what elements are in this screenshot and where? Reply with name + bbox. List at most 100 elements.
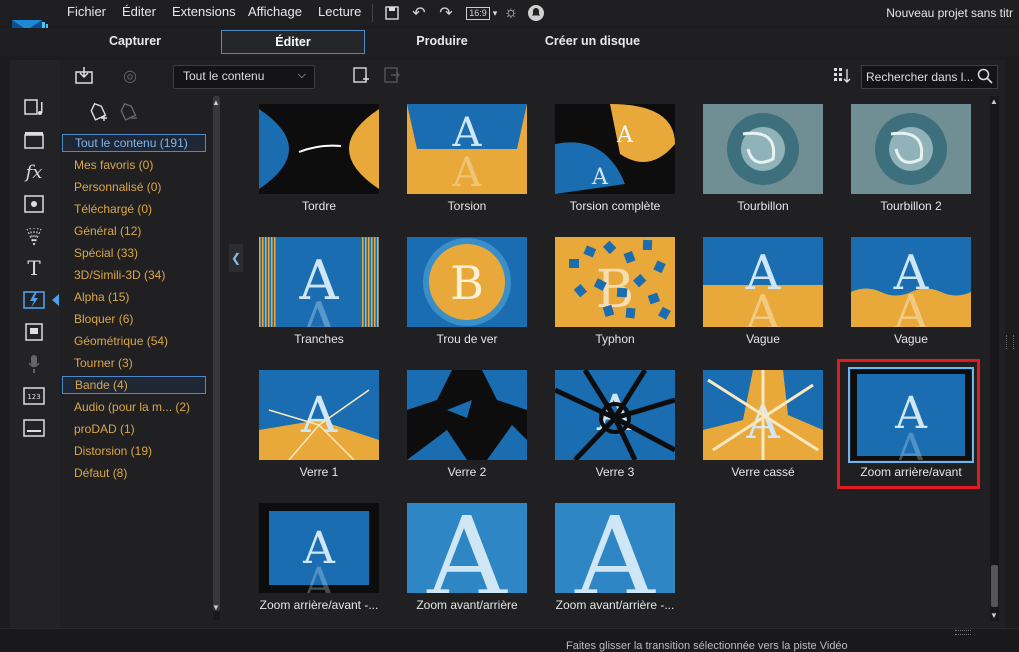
transition-thumbnail[interactable]: [259, 104, 379, 194]
category-item[interactable]: Téléchargé (0): [62, 200, 206, 218]
resize-grip[interactable]: [955, 630, 971, 635]
library-search-input[interactable]: Rechercher dans l...: [861, 65, 998, 89]
transition-tile[interactable]: [407, 370, 527, 460]
subtitle-room-icon[interactable]: [22, 416, 46, 440]
category-item[interactable]: 3D/Simili-3D (34): [62, 266, 206, 284]
add-to-favorites-icon[interactable]: [352, 66, 372, 86]
menu-extensions[interactable]: Extensions: [172, 4, 236, 19]
category-item[interactable]: Distorsion (19): [62, 442, 206, 460]
sort-grid-icon[interactable]: [834, 68, 852, 84]
grid-scrollbar-thumb[interactable]: [991, 565, 998, 607]
category-item[interactable]: Audio (pour la m... (2): [62, 398, 206, 416]
transition-tile[interactable]: AA: [555, 104, 675, 194]
transition-tile[interactable]: AA: [703, 237, 823, 327]
menu-playback[interactable]: Lecture: [318, 4, 361, 19]
settings-gear-icon[interactable]: ☼: [502, 4, 520, 22]
chevron-down-icon: ⌵: [297, 69, 306, 81]
template-room-icon[interactable]: [22, 128, 46, 152]
category-item[interactable]: Bande (4): [62, 376, 206, 394]
category-item[interactable]: Défaut (8): [62, 464, 206, 482]
undo-icon[interactable]: ↶: [409, 4, 429, 22]
tab-produce[interactable]: Produire: [397, 30, 487, 52]
transition-tile[interactable]: AA: [259, 237, 379, 327]
aspect-ratio-selector[interactable]: 16:9: [465, 4, 491, 22]
transition-thumbnail[interactable]: [851, 104, 971, 194]
transition-thumbnail[interactable]: AA: [259, 503, 379, 593]
transition-tile[interactable]: A: [407, 503, 527, 593]
transition-tile[interactable]: B: [555, 237, 675, 327]
transition-tile[interactable]: A: [703, 370, 823, 460]
fx-room-icon[interactable]: fx: [22, 160, 46, 184]
category-scroll-up-icon[interactable]: ▲: [212, 98, 220, 107]
transition-tile[interactable]: A: [555, 370, 675, 460]
category-scroll-down-icon[interactable]: ▼: [212, 603, 220, 612]
tab-create-disc[interactable]: Créer un disque: [535, 30, 650, 52]
search-icon[interactable]: [977, 68, 993, 87]
notification-bell-icon[interactable]: [526, 4, 546, 22]
category-item[interactable]: Mes favoris (0): [62, 156, 206, 174]
transition-thumbnail[interactable]: [703, 104, 823, 194]
transition-thumbnail[interactable]: AA: [407, 104, 527, 194]
transition-thumbnail[interactable]: A: [407, 503, 527, 593]
transition-tile[interactable]: A: [259, 370, 379, 460]
transition-tile[interactable]: [259, 104, 379, 194]
transition-thumbnail[interactable]: B: [555, 237, 675, 327]
transition-thumbnail[interactable]: AA: [851, 237, 971, 327]
content-filter-dropdown[interactable]: Tout le contenu ⌵: [173, 65, 315, 89]
transition-tile[interactable]: A: [555, 503, 675, 593]
microphone-icon[interactable]: [22, 352, 46, 376]
tab-capture[interactable]: Capturer: [90, 30, 180, 52]
transition-tile[interactable]: AA: [851, 237, 971, 327]
particle-room-icon[interactable]: [22, 224, 46, 248]
category-item[interactable]: Personnalisé (0): [62, 178, 206, 196]
category-item[interactable]: Tout le contenu (191): [62, 134, 206, 152]
transition-thumbnail[interactable]: A: [555, 503, 675, 593]
transition-tile[interactable]: AA: [848, 367, 974, 463]
media-room-icon[interactable]: [22, 96, 46, 120]
content-filter-value: Tout le contenu: [183, 69, 265, 83]
transition-thumbnail[interactable]: A: [259, 370, 379, 460]
category-item[interactable]: Spécial (33): [62, 244, 206, 262]
menu-file[interactable]: Fichier: [67, 4, 106, 19]
import-icon[interactable]: [74, 66, 96, 86]
category-item[interactable]: Alpha (15): [62, 288, 206, 306]
transition-tile[interactable]: [703, 104, 823, 194]
transition-thumbnail[interactable]: B: [407, 237, 527, 327]
audio-mixing-icon[interactable]: [22, 320, 46, 344]
aspect-dropdown-icon[interactable]: ▾: [490, 4, 500, 22]
transition-thumbnail[interactable]: AA: [703, 237, 823, 327]
category-scrollbar-thumb[interactable]: [213, 96, 220, 611]
category-item[interactable]: Bloquer (6): [62, 310, 206, 328]
transition-tile[interactable]: AA: [259, 503, 379, 593]
panel-resize-handle[interactable]: [1006, 335, 1014, 349]
grid-scroll-up-icon[interactable]: ▲: [990, 97, 998, 106]
transition-thumbnail[interactable]: A: [703, 370, 823, 460]
save-icon[interactable]: [383, 4, 401, 22]
svg-text:A: A: [452, 150, 483, 194]
tab-edit[interactable]: Éditer: [221, 30, 365, 54]
pip-room-icon[interactable]: [22, 192, 46, 216]
chapter-room-icon[interactable]: 123: [22, 384, 46, 408]
grid-scroll-down-icon[interactable]: ▼: [990, 611, 998, 620]
transition-thumbnail[interactable]: AA: [259, 237, 379, 327]
category-item[interactable]: Géométrique (54): [62, 332, 206, 350]
transition-thumbnail[interactable]: [407, 370, 527, 460]
transition-label: Vague: [746, 332, 780, 346]
transition-tile[interactable]: B: [407, 237, 527, 327]
download-content-icon[interactable]: ◎: [123, 66, 143, 86]
apply-to-all-icon[interactable]: [383, 66, 403, 86]
transition-room-icon[interactable]: [22, 288, 46, 312]
transition-thumbnail[interactable]: AA: [848, 367, 974, 463]
category-item[interactable]: Tourner (3): [62, 354, 206, 372]
transition-tile[interactable]: [851, 104, 971, 194]
redo-icon[interactable]: ↷: [436, 4, 456, 22]
category-item[interactable]: Général (12): [62, 222, 206, 240]
menu-edit[interactable]: Éditer: [122, 4, 156, 19]
category-item[interactable]: proDAD (1): [62, 420, 206, 438]
transition-tile[interactable]: AA: [407, 104, 527, 194]
title-room-icon[interactable]: T: [22, 256, 46, 280]
transition-thumbnail[interactable]: AA: [555, 104, 675, 194]
transition-thumbnail[interactable]: A: [555, 370, 675, 460]
menu-view[interactable]: Affichage: [248, 4, 302, 19]
grid-scrollbar[interactable]: [990, 96, 999, 621]
